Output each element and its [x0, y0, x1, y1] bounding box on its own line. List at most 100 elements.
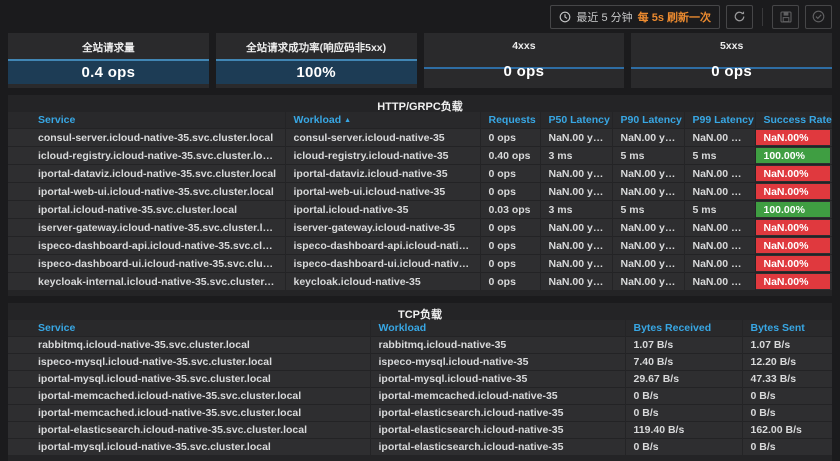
- http-table-row: ispeco-dashboard-api.icloud-native-35.sv…: [8, 237, 832, 255]
- stat-card-4: 5xxs 0 ops: [631, 33, 832, 88]
- service-cell: keycloak-internal.icloud-native-35.svc.c…: [8, 273, 285, 291]
- tcp-table-card: TCP负载 Service Workload Bytes Received By…: [8, 303, 832, 461]
- refresh-interval-label: 每 5s 刷新一次: [638, 9, 711, 25]
- workload-cell: consul-server.icloud-native-35: [285, 129, 480, 147]
- requests-cell: 0 ops: [480, 255, 540, 273]
- tcp-col-service[interactable]: Service: [8, 320, 370, 337]
- http-col-requests[interactable]: Requests: [480, 112, 540, 129]
- success-rate-cell: NaN.00%: [755, 219, 832, 237]
- stat-sparkline: 0.4 ops: [8, 59, 209, 84]
- http-table-row: consul-server.icloud-native-35.svc.clust…: [8, 129, 832, 147]
- service-cell: iportal-memcached.icloud-native-35.svc.c…: [8, 388, 370, 405]
- success-rate-badge: NaN.00%: [756, 238, 831, 253]
- workload-cell: keycloak.icloud-native-35: [285, 273, 480, 291]
- p50-latency-cell: NaN.00 year: [540, 219, 612, 237]
- workload-cell: icloud-registry.icloud-native-35: [285, 147, 480, 165]
- service-cell: consul-server.icloud-native-35.svc.clust…: [8, 129, 285, 147]
- stat-title: 5xxs: [631, 40, 832, 52]
- success-rate-cell: NaN.00%: [755, 129, 832, 147]
- http-col-p50[interactable]: P50 Latency: [540, 112, 612, 129]
- success-rate-badge: NaN.00%: [756, 130, 831, 145]
- check-circle-icon: [812, 10, 825, 23]
- tcp-table-row: iportal-memcached.icloud-native-35.svc.c…: [8, 388, 832, 405]
- p50-latency-cell: NaN.00 year: [540, 165, 612, 183]
- stat-card-3: 4xxs0 ops: [424, 33, 625, 88]
- http-col-p99[interactable]: P99 Latency: [684, 112, 755, 129]
- http-table-body: consul-server.icloud-native-35.svc.clust…: [8, 129, 832, 291]
- success-rate-cell: 100.00%: [755, 147, 832, 165]
- bytes-sent-cell: 12.20 B/s: [742, 354, 832, 371]
- p90-latency-cell: NaN.00 year: [612, 255, 684, 273]
- stat-value: 0 ops: [711, 63, 752, 80]
- requests-cell: 0 ops: [480, 183, 540, 201]
- apply-button[interactable]: [805, 5, 832, 29]
- success-rate-badge: NaN.00%: [756, 274, 831, 289]
- requests-cell: 0.03 ops: [480, 201, 540, 219]
- http-col-workload[interactable]: Workload▲: [285, 112, 480, 129]
- toolbar-divider: [762, 8, 763, 26]
- toolbar: 最近 5 分钟 每 5s 刷新一次: [8, 4, 832, 29]
- p99-latency-cell: NaN.00 year: [684, 255, 755, 273]
- tcp-table-row: rabbitmq.icloud-native-35.svc.cluster.lo…: [8, 337, 832, 354]
- http-table-row: iserver-gateway.icloud-native-35.svc.clu…: [8, 219, 832, 237]
- service-cell: iportal-elasticsearch.icloud-native-35.s…: [8, 422, 370, 439]
- p90-latency-cell: NaN.00 year: [612, 165, 684, 183]
- http-table-row: iportal.icloud-native-35.svc.cluster.loc…: [8, 201, 832, 219]
- tcp-table-row: iportal-memcached.icloud-native-35.svc.c…: [8, 405, 832, 422]
- service-cell: ispeco-dashboard-api.icloud-native-35.sv…: [8, 237, 285, 255]
- p50-latency-cell: NaN.00 year: [540, 183, 612, 201]
- p90-latency-cell: NaN.00 year: [612, 219, 684, 237]
- clock-icon: [559, 11, 571, 23]
- service-cell: iportal.icloud-native-35.svc.cluster.loc…: [8, 201, 285, 219]
- stat-value: 0 ops: [504, 63, 545, 80]
- bytes-sent-cell: 1.07 B/s: [742, 337, 832, 354]
- p99-latency-cell: 5 ms: [684, 201, 755, 219]
- service-cell: ispeco-mysql.icloud-native-35.svc.cluste…: [8, 354, 370, 371]
- tcp-col-workload[interactable]: Workload: [370, 320, 625, 337]
- tcp-col-bytes-received[interactable]: Bytes Received: [625, 320, 742, 337]
- p99-latency-cell: NaN.00 year: [684, 129, 755, 147]
- http-table-row: iportal-web-ui.icloud-native-35.svc.clus…: [8, 183, 832, 201]
- http-col-success-rate[interactable]: Success Rate: [755, 112, 832, 129]
- bytes-received-cell: 29.67 B/s: [625, 371, 742, 388]
- service-cell: iserver-gateway.icloud-native-35.svc.clu…: [8, 219, 285, 237]
- bytes-received-cell: 1.07 B/s: [625, 337, 742, 354]
- p99-latency-cell: NaN.00 year: [684, 237, 755, 255]
- service-cell: iportal-web-ui.icloud-native-35.svc.clus…: [8, 183, 285, 201]
- stat-title: 全站请求成功率(响应码非5xx): [216, 40, 417, 55]
- workload-cell: iportal-dataviz.icloud-native-35: [285, 165, 480, 183]
- success-rate-badge: 100.00%: [756, 148, 831, 163]
- refresh-button[interactable]: [726, 5, 753, 29]
- workload-cell: ispeco-dashboard-ui.icloud-native-35: [285, 255, 480, 273]
- tcp-col-bytes-sent[interactable]: Bytes Sent: [742, 320, 832, 337]
- p90-latency-cell: 5 ms: [612, 201, 684, 219]
- p50-latency-cell: NaN.00 year: [540, 273, 612, 291]
- success-rate-cell: NaN.00%: [755, 183, 832, 201]
- workload-cell: iportal-elasticsearch.icloud-native-35: [370, 405, 625, 422]
- service-cell: iportal-memcached.icloud-native-35.svc.c…: [8, 405, 370, 422]
- bytes-sent-cell: 162.00 B/s: [742, 422, 832, 439]
- tcp-table-row: iportal-mysql.icloud-native-35.svc.clust…: [8, 371, 832, 388]
- http-col-service[interactable]: Service: [8, 112, 285, 129]
- save-dashboard-button[interactable]: [772, 5, 799, 29]
- workload-cell: iportal-memcached.icloud-native-35: [370, 388, 625, 405]
- refresh-icon: [733, 10, 746, 23]
- success-rate-cell: 100.00%: [755, 201, 832, 219]
- p50-latency-cell: NaN.00 year: [540, 129, 612, 147]
- time-range-label: 最近 5 分钟: [576, 9, 632, 25]
- service-cell: icloud-registry.icloud-native-35.svc.clu…: [8, 147, 285, 165]
- http-col-p90[interactable]: P90 Latency: [612, 112, 684, 129]
- tcp-table-body: rabbitmq.icloud-native-35.svc.cluster.lo…: [8, 337, 832, 456]
- requests-cell: 0 ops: [480, 273, 540, 291]
- stat-value: 0.4 ops: [81, 64, 135, 81]
- http-table-row: iportal-dataviz.icloud-native-35.svc.clu…: [8, 165, 832, 183]
- p90-latency-cell: NaN.00 year: [612, 237, 684, 255]
- service-cell: iportal-mysql.icloud-native-35.svc.clust…: [8, 371, 370, 388]
- p90-latency-cell: 5 ms: [612, 147, 684, 165]
- p50-latency-cell: NaN.00 year: [540, 237, 612, 255]
- time-range-button[interactable]: 最近 5 分钟 每 5s 刷新一次: [550, 5, 720, 29]
- service-cell: ispeco-dashboard-ui.icloud-native-35.svc…: [8, 255, 285, 273]
- p50-latency-cell: NaN.00 year: [540, 255, 612, 273]
- http-table-header-row: Service Workload▲ Requests P50 Latency P…: [8, 112, 832, 129]
- tcp-table-row: iportal-elasticsearch.icloud-native-35.s…: [8, 422, 832, 439]
